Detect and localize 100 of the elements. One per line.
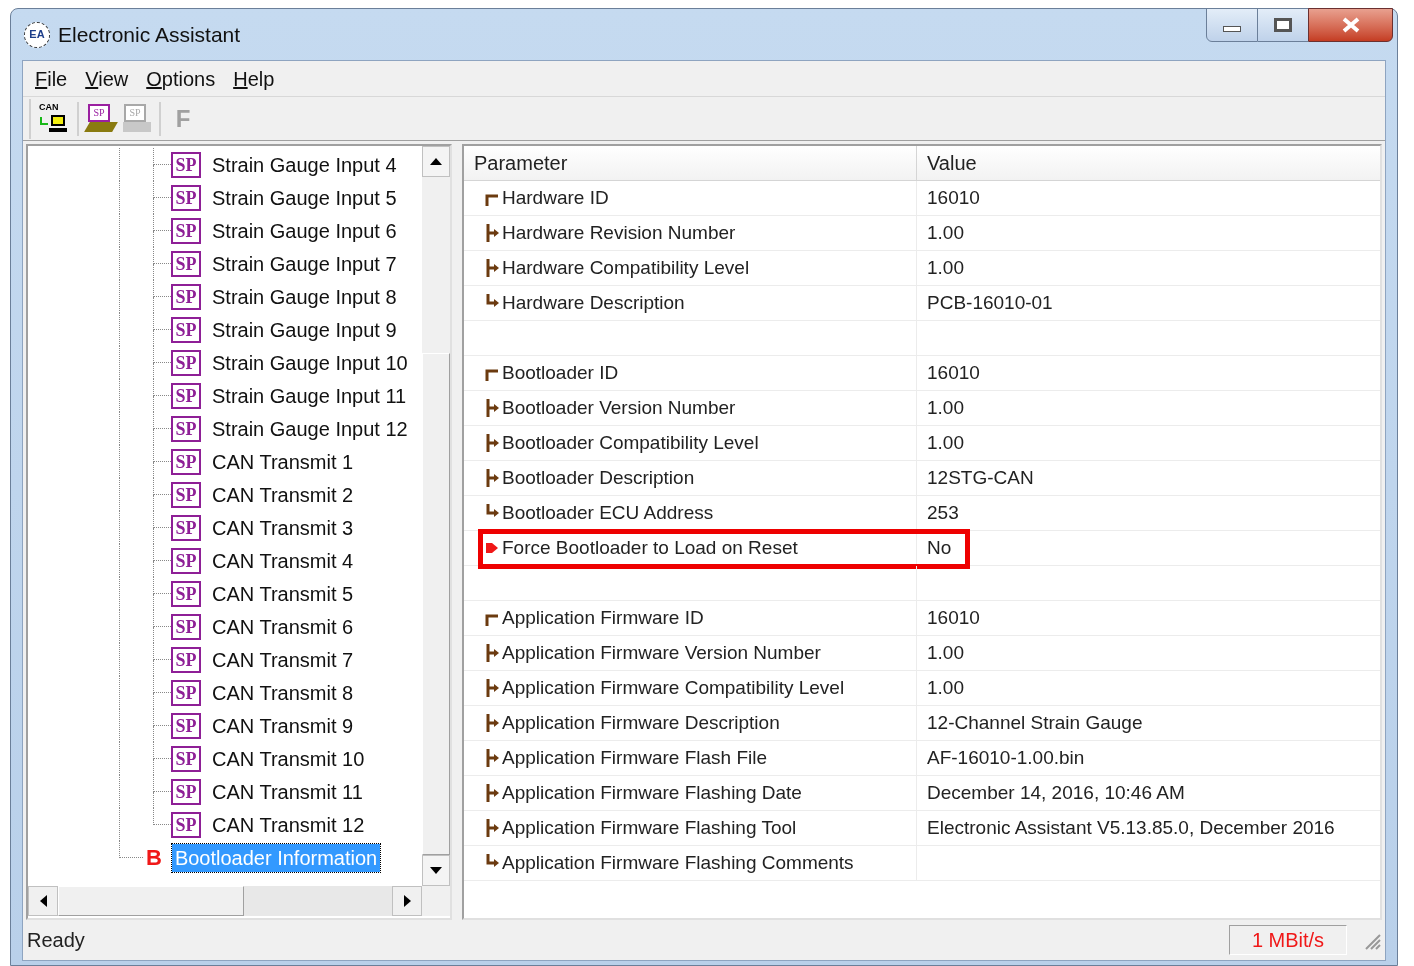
- scroll-right-button[interactable]: [392, 886, 422, 916]
- minimize-icon: [1223, 26, 1241, 32]
- menu-item[interactable]: Options: [138, 63, 224, 94]
- tree-item[interactable]: CAN Transmit 12: [209, 810, 368, 839]
- app-logo: EA: [24, 21, 50, 48]
- parameter-name: Application Firmware Version Number: [502, 640, 821, 665]
- tree-item[interactable]: CAN Transmit 3: [209, 513, 357, 542]
- sp-icon: SP: [171, 646, 201, 673]
- parameter-value: 16010: [927, 185, 980, 210]
- menu-item[interactable]: View: [77, 63, 137, 94]
- scroll-left-button[interactable]: [28, 886, 58, 916]
- tree-item[interactable]: Strain Gauge Input 6: [209, 216, 400, 245]
- parameter-name: Hardware Compatibility Level: [502, 255, 750, 280]
- parameter-value: PCB-16010-01: [927, 290, 1053, 315]
- menu-item[interactable]: Help: [225, 63, 283, 94]
- close-icon: [1340, 17, 1361, 33]
- parameter-value: 1.00: [927, 255, 964, 280]
- tree-branch-icon: [484, 678, 500, 698]
- parameter-value: 12-Channel Strain Gauge: [927, 710, 1143, 735]
- tree-item[interactable]: CAN Transmit 6: [209, 612, 357, 641]
- parameter-name: Hardware Revision Number: [502, 220, 736, 245]
- minimize-button[interactable]: [1206, 8, 1258, 42]
- tree-branch-icon: [484, 783, 500, 803]
- tree-branch-icon: [484, 468, 500, 488]
- tree-item[interactable]: CAN Transmit 10: [209, 744, 368, 773]
- tree-item[interactable]: Strain Gauge Input 4: [209, 150, 400, 179]
- maximize-button[interactable]: [1258, 8, 1308, 42]
- parameter-value: 1.00: [927, 640, 964, 665]
- sp-icon: SP: [171, 316, 201, 343]
- parameter-name: Application Firmware Flashing Tool: [502, 815, 797, 840]
- tree-item[interactable]: Strain Gauge Input 5: [209, 183, 400, 212]
- sp-icon: SP: [171, 514, 201, 541]
- parameter-value: 1.00: [927, 395, 964, 420]
- sp-icon: SP: [171, 382, 201, 409]
- parameter-value: December 14, 2016, 10:46 AM: [927, 780, 1185, 805]
- parameter-name: Application Firmware Compatibility Level: [502, 675, 845, 700]
- sp-icon: SP: [171, 283, 201, 310]
- parameter-name: Application Firmware Description: [502, 710, 780, 735]
- baud-rate-panel: 1 MBit/s: [1229, 925, 1347, 955]
- sp-icon: SP: [171, 217, 201, 244]
- parameter-name: Force Bootloader to Load on Reset: [502, 535, 798, 560]
- sp-icon: SP: [171, 547, 201, 574]
- scroll-up-button[interactable]: [422, 146, 450, 177]
- tree-branch-icon: [484, 258, 500, 278]
- window-title: Electronic Assistant: [58, 21, 241, 48]
- tree-item[interactable]: CAN Transmit 7: [209, 645, 357, 674]
- tree-item[interactable]: Strain Gauge Input 7: [209, 249, 400, 278]
- sp-icon: SP: [171, 415, 201, 442]
- parameter-name: Hardware Description: [502, 290, 685, 315]
- sp-icon: SP: [171, 349, 201, 376]
- tree-item[interactable]: CAN Transmit 11: [209, 777, 366, 806]
- parameter-name: Hardware ID: [502, 185, 609, 210]
- scroll-thumb[interactable]: [422, 353, 450, 855]
- vertical-scrollbar[interactable]: [422, 146, 450, 886]
- down-arrow-icon: [430, 867, 442, 874]
- tree-branch-icon: [484, 818, 500, 838]
- scroll-down-button[interactable]: [422, 855, 450, 886]
- sp-icon: SP: [171, 778, 201, 805]
- tree-item[interactable]: CAN Transmit 9: [209, 711, 357, 740]
- menu-item[interactable]: File: [27, 63, 76, 94]
- parameter-name: Bootloader Compatibility Level: [502, 430, 759, 455]
- sp-icon: SP: [171, 712, 201, 739]
- parameter-name: Application Firmware Flash File: [502, 745, 768, 770]
- sp-icon: SP: [171, 250, 201, 277]
- parameter-name: Bootloader Version Number: [502, 395, 736, 420]
- sp-icon: SP: [171, 745, 201, 772]
- parameter-name: Application Firmware Flashing Date: [502, 780, 802, 805]
- tree-item[interactable]: Strain Gauge Input 10: [209, 348, 411, 377]
- tree-item[interactable]: CAN Transmit 5: [209, 579, 357, 608]
- parameter-value: 253: [927, 500, 959, 525]
- scroll-thumb[interactable]: [58, 886, 244, 916]
- parameter-value: Electronic Assistant V5.13.85.0, December 2016: [927, 815, 1335, 840]
- parameter-value: 12STG-CAN: [927, 465, 1034, 490]
- sp-icon: SP: [171, 151, 201, 178]
- tree-item[interactable]: Strain Gauge Input 9: [209, 315, 400, 344]
- tree-item[interactable]: CAN Transmit 1: [209, 447, 357, 476]
- close-button[interactable]: [1308, 8, 1393, 42]
- tree-branch-icon: [484, 713, 500, 733]
- tree-branch-icon: [484, 748, 500, 768]
- tree-item[interactable]: Strain Gauge Input 8: [209, 282, 400, 311]
- b-icon: B: [146, 846, 162, 869]
- tree-item[interactable]: Strain Gauge Input 12: [209, 414, 411, 443]
- left-arrow-icon: [39, 895, 47, 907]
- tree-item[interactable]: CAN Transmit 2: [209, 480, 357, 509]
- sp-icon: SP: [171, 613, 201, 640]
- tree-item[interactable]: CAN Transmit 4: [209, 546, 357, 575]
- parameter-name: Application Firmware Flashing Comments: [502, 850, 854, 875]
- parameter-value: 1.00: [927, 220, 964, 245]
- up-arrow-icon: [430, 158, 442, 165]
- column-header[interactable]: Parameter: [464, 146, 917, 180]
- parameter-name: Bootloader Description: [502, 465, 695, 490]
- tree-branch-icon: [484, 433, 500, 453]
- sp-icon: SP: [171, 184, 201, 211]
- sp-icon: SP: [171, 580, 201, 607]
- parameter-name: Application Firmware ID: [502, 605, 704, 630]
- tree-item[interactable]: Strain Gauge Input 11: [209, 381, 410, 410]
- sp-icon: SP: [171, 481, 201, 508]
- parameter-value: AF-16010-1.00.bin: [927, 745, 1085, 770]
- tree-item[interactable]: CAN Transmit 8: [209, 678, 357, 707]
- parameter-value: 1.00: [927, 675, 964, 700]
